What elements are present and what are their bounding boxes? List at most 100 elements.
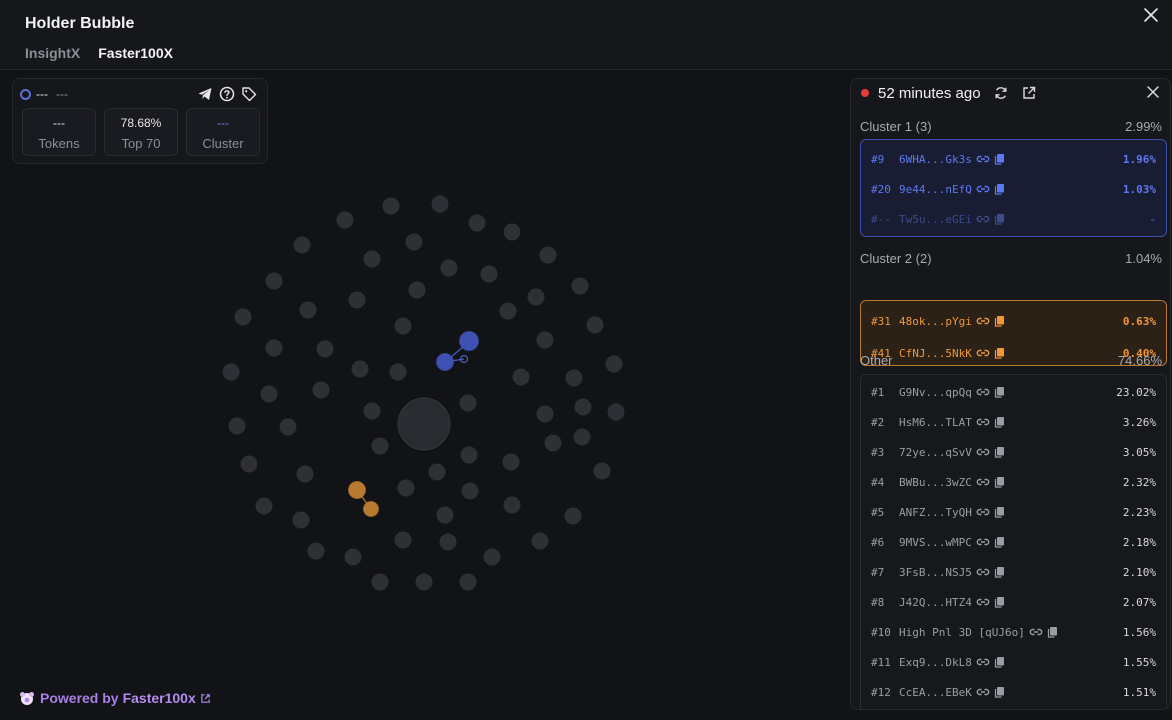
holder-bubble[interactable]	[593, 462, 611, 480]
holder-bubble[interactable]	[394, 531, 412, 549]
holder-bubble[interactable]	[389, 363, 407, 381]
tab-faster100x[interactable]: Faster100X	[98, 45, 173, 61]
copy-icon[interactable]	[994, 536, 1005, 548]
holder-bubble[interactable]	[408, 281, 426, 299]
list-item[interactable]: #2 HsM6...TLAT 3.26%	[861, 407, 1166, 437]
powered-by[interactable]: Powered by Faster100x	[14, 690, 211, 706]
copy-icon[interactable]	[994, 315, 1005, 327]
holder-address[interactable]: ANFZ...TyQH	[899, 506, 972, 519]
holder-bubble[interactable]	[499, 302, 517, 320]
holder-bubble[interactable]	[299, 301, 317, 319]
holder-address[interactable]: BWBu...3wZC	[899, 476, 972, 489]
link-icon[interactable]	[976, 314, 990, 328]
copy-icon[interactable]	[994, 416, 1005, 428]
holder-bubble[interactable]	[394, 317, 412, 335]
link-icon[interactable]	[976, 475, 990, 489]
close-icon[interactable]	[1142, 6, 1160, 24]
holder-address[interactable]: CcEA...EBeK	[899, 686, 972, 699]
holder-bubble[interactable]	[483, 548, 501, 566]
list-item[interactable]: #10 High Pnl 3D [qUJ6o] 1.56%	[861, 617, 1166, 647]
holder-address[interactable]: HsM6...TLAT	[899, 416, 972, 429]
cluster-1-bubble[interactable]	[459, 331, 479, 351]
list-item[interactable]: #3 72ye...qSvV 3.05%	[861, 437, 1166, 467]
link-icon[interactable]	[976, 385, 990, 399]
holder-bubble[interactable]	[255, 497, 273, 515]
list-item[interactable]: #12 CcEA...EBeK 1.51%	[861, 677, 1166, 707]
holder-bubble[interactable]	[460, 446, 478, 464]
holder-bubble[interactable]	[265, 339, 283, 357]
link-icon[interactable]	[976, 152, 990, 166]
holder-bubble[interactable]	[336, 211, 354, 229]
copy-icon[interactable]	[994, 213, 1005, 225]
holder-bubble[interactable]	[536, 331, 554, 349]
list-item[interactable]: #6 9MVS...wMPC 2.18%	[861, 527, 1166, 557]
holder-bubble[interactable]	[371, 573, 389, 591]
holder-bubble[interactable]	[544, 434, 562, 452]
holder-bubble[interactable]	[461, 482, 479, 500]
copy-icon[interactable]	[994, 686, 1005, 698]
holder-bubble[interactable]	[371, 437, 389, 455]
holder-bubble[interactable]	[536, 405, 554, 423]
refresh-icon[interactable]	[993, 85, 1009, 101]
link-icon[interactable]	[976, 595, 990, 609]
close-panel-icon[interactable]	[1146, 85, 1160, 99]
link-icon[interactable]	[976, 655, 990, 669]
holder-bubble[interactable]	[363, 402, 381, 420]
holder-bubble[interactable]	[503, 223, 521, 241]
holder-bubble[interactable]	[348, 291, 366, 309]
link-icon[interactable]	[976, 445, 990, 459]
tab-insightx[interactable]: InsightX	[25, 45, 80, 61]
list-item[interactable]: #20 9e44...nEfQ 1.03%	[861, 174, 1166, 204]
holder-bubble[interactable]	[316, 340, 334, 358]
holder-bubble[interactable]	[539, 246, 557, 264]
holder-bubble[interactable]	[571, 277, 589, 295]
cluster-2-bubble[interactable]	[348, 481, 366, 499]
holder-bubble[interactable]	[397, 479, 415, 497]
holder-bubble[interactable]	[503, 496, 521, 514]
copy-icon[interactable]	[994, 656, 1005, 668]
holder-bubble[interactable]	[344, 548, 362, 566]
holder-address[interactable]: 6WHA...Gk3s	[899, 153, 972, 166]
holder-bubble[interactable]	[363, 250, 381, 268]
holder-bubble-map[interactable]	[0, 70, 840, 680]
holder-address[interactable]: 9MVS...wMPC	[899, 536, 972, 549]
holder-bubble[interactable]	[564, 507, 582, 525]
holder-bubble[interactable]	[565, 369, 583, 387]
list-item[interactable]: #8 J42Q...HTZ4 2.07%	[861, 587, 1166, 617]
holder-address[interactable]: 48ok...pYgi	[899, 315, 972, 328]
cluster-2-bubble[interactable]	[363, 501, 379, 517]
holder-bubble[interactable]	[428, 463, 446, 481]
holder-address[interactable]: J42Q...HTZ4	[899, 596, 972, 609]
link-icon[interactable]	[976, 535, 990, 549]
list-item[interactable]: #7 3FsB...NSJ5 2.10%	[861, 557, 1166, 587]
list-item[interactable]: #31 48ok...pYgi 0.63%	[861, 306, 1166, 336]
holder-bubble[interactable]	[440, 259, 458, 277]
copy-icon[interactable]	[1047, 626, 1058, 638]
holder-bubble[interactable]	[312, 381, 330, 399]
holder-bubble[interactable]	[382, 197, 400, 215]
holder-bubble[interactable]	[574, 398, 592, 416]
holder-bubble[interactable]	[279, 418, 297, 436]
holder-bubble[interactable]	[415, 573, 433, 591]
holder-address[interactable]: 3FsB...NSJ5	[899, 566, 972, 579]
copy-icon[interactable]	[994, 476, 1005, 488]
cluster-1-bubble[interactable]	[436, 353, 454, 371]
holder-bubble[interactable]	[502, 453, 520, 471]
holder-bubble[interactable]	[296, 465, 314, 483]
link-icon[interactable]	[976, 505, 990, 519]
copy-icon[interactable]	[994, 153, 1005, 165]
link-icon[interactable]	[976, 212, 990, 226]
holder-bubble[interactable]	[431, 195, 449, 213]
holder-bubble[interactable]	[459, 573, 477, 591]
list-item[interactable]: #11 Exq9...DkL8 1.55%	[861, 647, 1166, 677]
holder-bubble[interactable]	[607, 403, 625, 421]
external-link-icon[interactable]	[200, 693, 211, 704]
holder-bubble[interactable]	[405, 233, 423, 251]
holder-address[interactable]: G9Nv...qpQq	[899, 386, 972, 399]
holder-bubble[interactable]	[480, 265, 498, 283]
holder-address[interactable]: Tw5u...eGEi	[899, 213, 972, 226]
holder-address[interactable]: 9e44...nEfQ	[899, 183, 972, 196]
copy-icon[interactable]	[994, 183, 1005, 195]
holder-bubble[interactable]	[459, 394, 477, 412]
holder-bubble[interactable]	[531, 532, 549, 550]
